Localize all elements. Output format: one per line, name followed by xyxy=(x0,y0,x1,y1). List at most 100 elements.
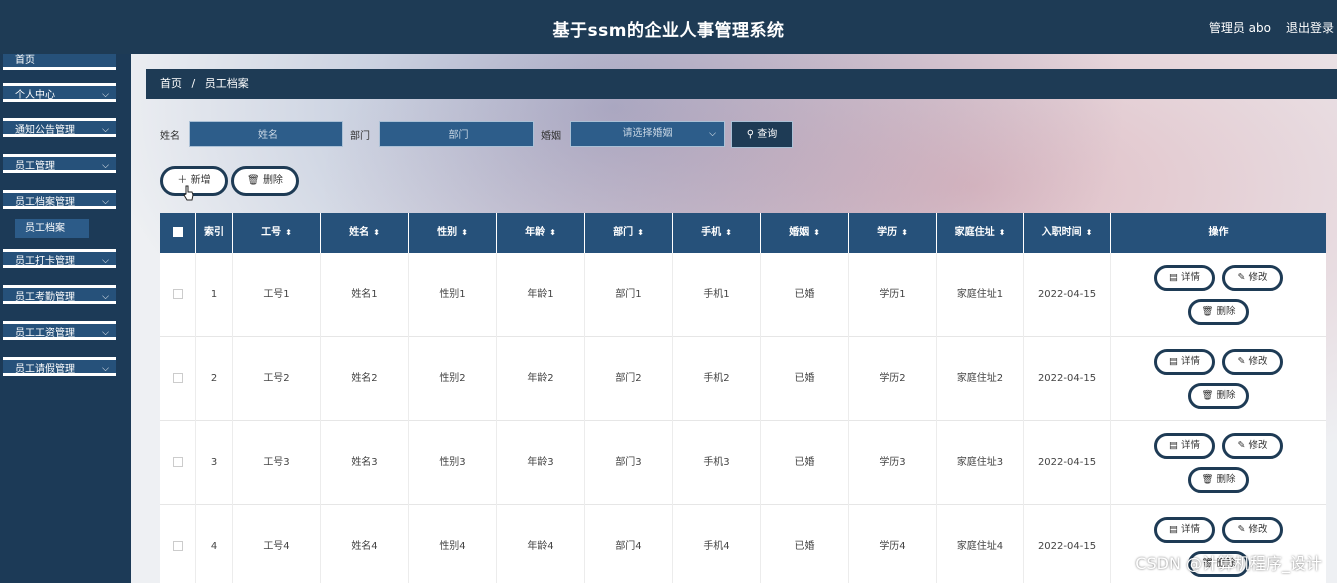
column-header: 操作 xyxy=(1208,227,1229,238)
cell-no: 工号1 xyxy=(233,253,321,337)
sort-icon: ⬍ xyxy=(813,228,820,237)
sidebar-item-label: 员工工资管理 xyxy=(15,328,75,339)
checkbox[interactable] xyxy=(172,227,183,237)
checkbox[interactable] xyxy=(172,457,183,467)
submenu-item-archive[interactable]: 员工档案 xyxy=(15,219,89,238)
column-header[interactable]: 手机 ⬍ xyxy=(673,213,761,253)
edit-icon: ✎ xyxy=(1237,524,1249,535)
sort-icon: ⬍ xyxy=(901,228,908,237)
header-select-all[interactable] xyxy=(160,213,196,253)
cell-date: 2022-04-15 xyxy=(1024,253,1111,337)
chevron-down-icon: ⌵ xyxy=(102,364,109,374)
app-title: 基于ssm的企业人事管理系统 xyxy=(552,21,785,41)
sidebar-item-profile[interactable]: 个人中心 ⌵ xyxy=(3,83,116,102)
dept-input[interactable] xyxy=(380,122,537,148)
column-header[interactable]: 工号 ⬍ xyxy=(233,213,321,253)
sidebar-item-attendance[interactable]: 员工考勤管理 ⌵ xyxy=(3,285,116,304)
edit-button[interactable]: ✎ 修改 xyxy=(1222,517,1283,543)
edit-button-label: 修改 xyxy=(1248,440,1268,451)
cell-marriage: 已婚 xyxy=(761,505,849,583)
cell-edu: 学历4 xyxy=(849,505,937,583)
column-header[interactable]: 性别 ⬍ xyxy=(409,213,497,253)
cell-addr: 家庭住址1 xyxy=(937,253,1024,337)
detail-button[interactable]: ▤ 详情 xyxy=(1154,433,1215,459)
cell-marriage: 已婚 xyxy=(761,253,849,337)
cell-age: 年龄3 xyxy=(497,421,585,505)
row-delete-button[interactable]: 🗑 删除 xyxy=(1188,467,1249,493)
table-row: 3 工号3 姓名3 性别3 年龄3 部门3 手机3 已婚 学历3 家庭住址3 2022-04-15 ▤… xyxy=(160,421,1326,505)
cell-edu: 学历1 xyxy=(849,253,937,337)
column-header[interactable]: 姓名 ⬍ xyxy=(321,213,409,253)
row-delete-button-label: 删除 xyxy=(1216,390,1236,401)
checkbox[interactable] xyxy=(172,541,183,551)
edit-button[interactable]: ✎ 修改 xyxy=(1222,433,1283,459)
row-delete-button[interactable]: 🗑 删除 xyxy=(1188,299,1249,325)
row-select[interactable] xyxy=(160,505,196,583)
column-header: 索引 xyxy=(196,213,233,253)
chevron-down-icon: ⌵ xyxy=(102,328,109,338)
cell-idx: 3 xyxy=(196,421,233,505)
name-search-input[interactable] xyxy=(189,121,346,148)
column-header[interactable]: 婚姻 ⬍ xyxy=(761,213,849,253)
detail-button-label: 详情 xyxy=(1180,356,1200,367)
column-header[interactable]: 部门 ⬍ xyxy=(585,213,673,253)
sidebar-item-clockin[interactable]: 员工打卡管理 ⌵ xyxy=(3,249,116,268)
breadcrumb-home[interactable]: 首页 xyxy=(160,77,182,90)
row-select[interactable] xyxy=(160,253,196,337)
column-header[interactable]: 年龄 ⬍ xyxy=(497,213,585,253)
edit-button[interactable]: ✎ 修改 xyxy=(1222,265,1283,291)
sidebar-item-label: 员工档案管理 xyxy=(15,197,75,208)
submenu-item-label: 员工档案 xyxy=(25,223,65,234)
marriage-select-value: 请选择婚姻 xyxy=(622,128,673,139)
cell-sex: 性别4 xyxy=(409,505,497,583)
cell-age: 年龄4 xyxy=(497,505,585,583)
cell-name: 姓名1 xyxy=(321,253,409,337)
trash-icon: 🗑 xyxy=(247,175,260,186)
name-label: 姓名 xyxy=(160,131,180,142)
cell-date: 2022-04-15 xyxy=(1024,421,1111,505)
checkbox[interactable] xyxy=(172,373,183,383)
cell-sex: 性别1 xyxy=(409,253,497,337)
cell-date: 2022-04-15 xyxy=(1024,337,1111,421)
query-button[interactable]: ⚲ 查询 xyxy=(731,121,793,148)
column-header[interactable]: 学历 ⬍ xyxy=(849,213,937,253)
dept-search-input[interactable] xyxy=(379,121,537,148)
sidebar-item-salary[interactable]: 员工工资管理 ⌵ xyxy=(3,321,116,340)
chevron-down-icon: ⌵ xyxy=(102,256,109,266)
chevron-down-icon: ⌵ xyxy=(102,125,109,135)
name-input[interactable] xyxy=(190,122,346,148)
sidebar-item-employee[interactable]: 员工管理 ⌵ xyxy=(3,154,116,173)
edit-button-label: 修改 xyxy=(1248,356,1268,367)
logout-link[interactable]: 退出登录 xyxy=(1286,19,1334,36)
row-select[interactable] xyxy=(160,421,196,505)
cell-phone: 手机4 xyxy=(673,505,761,583)
detail-button-label: 详情 xyxy=(1180,524,1200,535)
sort-icon: ⬍ xyxy=(373,228,380,237)
cell-addr: 家庭住址4 xyxy=(937,505,1024,583)
column-header[interactable]: 入职时间 ⬍ xyxy=(1024,213,1111,253)
detail-button[interactable]: ▤ 详情 xyxy=(1154,265,1215,291)
sidebar-item-label: 员工请假管理 xyxy=(15,364,75,375)
employee-archive-table: 索引 工号 ⬍ 姓名 ⬍ 性别 ⬍ 年龄 ⬍ 部门 ⬍ 手机 ⬍ 婚姻 ⬍ 学历 ⬍ 家庭住址 ⬍… xyxy=(160,213,1326,583)
edit-button-label: 修改 xyxy=(1248,524,1268,535)
cell-name: 姓名4 xyxy=(321,505,409,583)
edit-button[interactable]: ✎ 修改 xyxy=(1222,349,1283,375)
sort-icon: ⬍ xyxy=(1085,228,1093,237)
marriage-select[interactable]: 请选择婚姻 ⌵ xyxy=(570,121,725,147)
detail-button[interactable]: ▤ 详情 xyxy=(1154,517,1215,543)
cell-name: 姓名3 xyxy=(321,421,409,505)
cell-no: 工号3 xyxy=(233,421,321,505)
sidebar-item-leave[interactable]: 员工请假管理 ⌵ xyxy=(3,357,116,376)
sidebar-item-notice[interactable]: 通知公告管理 ⌵ xyxy=(3,118,116,137)
checkbox[interactable] xyxy=(172,289,183,299)
cell-edu: 学历2 xyxy=(849,337,937,421)
delete-button[interactable]: 🗑 删除 xyxy=(231,166,299,196)
sidebar-item-archive[interactable]: 员工档案管理 ⌵ xyxy=(3,190,116,209)
row-delete-button[interactable]: 🗑 删除 xyxy=(1188,383,1249,409)
chevron-down-icon: ⌵ xyxy=(102,90,109,100)
row-select[interactable] xyxy=(160,337,196,421)
sidebar-item-home[interactable]: 首页 xyxy=(3,54,116,70)
detail-button[interactable]: ▤ 详情 xyxy=(1154,349,1215,375)
column-header[interactable]: 家庭住址 ⬍ xyxy=(937,213,1024,253)
detail-button-label: 详情 xyxy=(1180,272,1200,283)
